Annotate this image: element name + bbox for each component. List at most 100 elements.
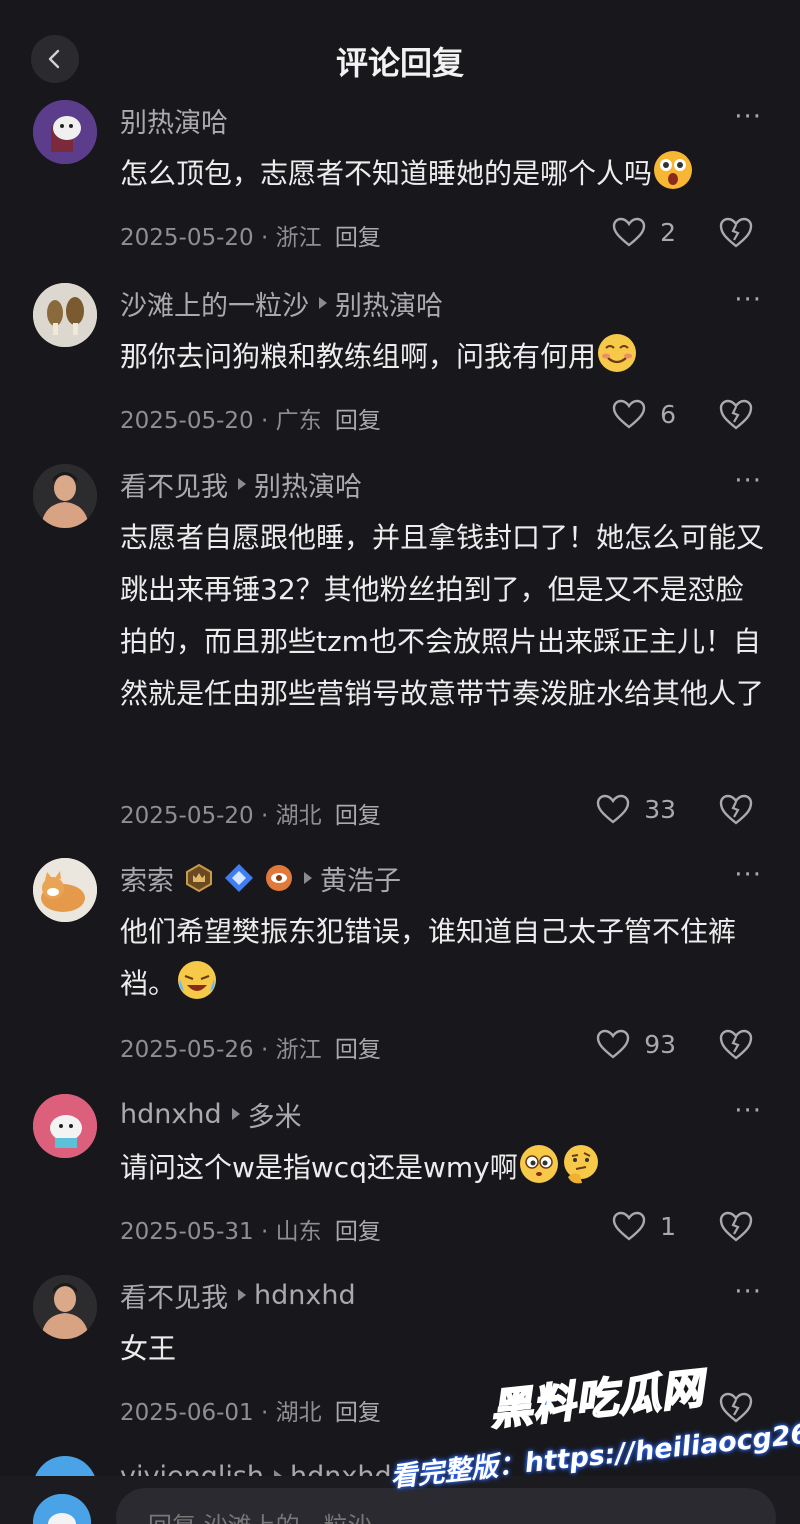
broken-heart-icon[interactable] (718, 214, 754, 250)
username[interactable]: hdnxhd (120, 1099, 222, 1130)
comment-date: 2025-05-20 (120, 225, 254, 251)
reply-button[interactable]: 回复 (335, 1037, 381, 1063)
more-icon[interactable]: ··· (734, 860, 762, 890)
avatar[interactable] (33, 858, 97, 922)
broken-heart-icon[interactable] (718, 791, 754, 827)
comment-item: 看不见我 别热演哈 ··· 志愿者自愿跟他睡，并且拿钱封口了！她怎么可能又跳出来… (0, 464, 800, 834)
avatar[interactable] (33, 283, 97, 347)
like-count: 2 (660, 217, 676, 247)
comment-header: 看不见我 别热演哈 (120, 464, 362, 504)
comment-meta: 2025-06-01 · 湖北 回复 (120, 1400, 381, 1426)
comment-date: 2025-05-20 (120, 803, 254, 829)
more-icon[interactable]: ··· (734, 1277, 762, 1307)
reply-button[interactable]: 回复 (335, 803, 381, 829)
heart-icon (596, 794, 630, 824)
reply-arrow-icon (231, 1108, 240, 1120)
like-button[interactable]: 1 (612, 1206, 676, 1246)
thinking-emoji-icon (563, 1145, 598, 1184)
comment-item: 别热演哈 ··· 怎么顶包，志愿者不知道睡她的是哪个人吗 2025-05-20 … (0, 100, 800, 270)
reply-button[interactable]: 回复 (335, 408, 381, 434)
username[interactable]: vivienglish (120, 1461, 264, 1477)
like-count: 1 (660, 1211, 676, 1241)
comment-location: 山东 (275, 1219, 322, 1245)
broken-heart-icon[interactable] (718, 1208, 754, 1244)
like-count: 93 (644, 1029, 676, 1059)
page-title: 评论回复 (335, 44, 464, 82)
comment-date: 2025-05-26 (120, 1037, 254, 1063)
username[interactable]: 看不见我 (120, 1276, 228, 1315)
comment-meta: 2025-05-20 · 浙江 回复 (120, 225, 381, 251)
confused-emoji-icon (519, 1145, 558, 1183)
username[interactable]: 索索 (120, 859, 174, 898)
reply-to-username[interactable]: hdnxhd (290, 1461, 392, 1477)
eye-badge-icon (266, 865, 292, 891)
comment-text: 那你去问狗粮和教练组啊，问我有何用 (120, 331, 770, 383)
comment-text: 怎么顶包，志愿者不知道睡她的是哪个人吗 (120, 148, 770, 200)
more-icon[interactable]: ··· (734, 1096, 762, 1126)
comment-location: 湖北 (275, 803, 322, 829)
like-button[interactable]: 6 (612, 394, 676, 434)
avatar[interactable] (33, 100, 97, 164)
avatar[interactable] (33, 464, 97, 528)
more-icon[interactable]: ··· (734, 102, 762, 132)
comment-location: 广东 (275, 408, 322, 434)
comment-header: 别热演哈 (120, 100, 228, 140)
like-button[interactable]: 93 (596, 1024, 676, 1064)
comment-item: hdnxhd 多米 ··· 请问这个w是指wcq还是wmy啊 2025-05-3… (0, 1094, 800, 1264)
reply-arrow-icon (238, 1289, 246, 1301)
avatar (33, 1494, 91, 1524)
comment-text: 请问这个w是指wcq还是wmy啊 (120, 1142, 770, 1194)
comment-header: 索索 黄浩子 (120, 858, 401, 898)
avatar[interactable] (33, 1456, 97, 1476)
crown-badge-icon (186, 863, 212, 893)
heart-icon (612, 217, 646, 247)
like-count: 6 (660, 399, 676, 429)
username[interactable]: 看不见我 (120, 465, 228, 504)
heart-icon (612, 1211, 646, 1241)
reply-arrow-icon (238, 478, 246, 490)
comment-header: vivienglish hdnxhd (120, 1456, 392, 1476)
comment-date: 2025-05-31 (120, 1219, 254, 1245)
avatar[interactable] (33, 1094, 97, 1158)
comment-header: 看不见我 hdnxhd (120, 1275, 356, 1315)
astonished-emoji-icon (654, 151, 693, 189)
reply-button[interactable]: 回复 (335, 225, 381, 251)
broken-heart-icon[interactable] (718, 396, 754, 432)
comment-header: hdnxhd 多米 (120, 1094, 302, 1134)
comment-item: 沙滩上的一粒沙 别热演哈 ··· 那你去问狗粮和教练组啊，问我有何用 2025-… (0, 283, 800, 453)
more-icon[interactable]: ··· (734, 285, 762, 315)
reply-to-username[interactable]: hdnxhd (254, 1280, 356, 1311)
comment-date: 2025-05-20 (120, 408, 254, 434)
reply-to-username[interactable]: 多米 (248, 1095, 302, 1134)
more-icon[interactable]: ··· (734, 466, 762, 496)
reply-to-username[interactable]: 别热演哈 (254, 465, 362, 504)
crying-laughing-emoji-icon (178, 961, 217, 999)
comment-text: 他们希望樊振东犯错误，谁知道自己太子管不住裤裆。 (120, 915, 737, 1000)
comment-date: 2025-06-01 (120, 1400, 254, 1426)
comment-text: 志愿者自愿跟他睡，并且拿钱封口了！她怎么可能又跳出来再锤32？其他粉丝拍到了，但… (120, 521, 765, 710)
reply-button[interactable]: 回复 (335, 1400, 381, 1426)
comment-meta: 2025-05-20 · 湖北 回复 (120, 803, 381, 829)
reply-button[interactable]: 回复 (335, 1219, 381, 1245)
comment-header: 沙滩上的一粒沙 别热演哈 (120, 283, 443, 323)
like-count: 33 (644, 794, 676, 824)
comment-location: 浙江 (275, 225, 322, 251)
username[interactable]: 别热演哈 (120, 101, 228, 140)
comment-meta: 2025-05-31 · 山东 回复 (120, 1219, 381, 1245)
smiling-emoji-icon (598, 334, 637, 372)
heart-icon (596, 1029, 630, 1059)
reply-to-username[interactable]: 别热演哈 (335, 284, 443, 323)
like-button[interactable]: 2 (612, 212, 676, 252)
username[interactable]: 沙滩上的一粒沙 (120, 284, 309, 323)
broken-heart-icon[interactable] (718, 1026, 754, 1062)
like-button[interactable]: 33 (596, 789, 676, 829)
avatar[interactable] (33, 1275, 97, 1339)
comment-location: 湖北 (275, 1400, 322, 1426)
reply-to-username[interactable]: 黄浩子 (320, 859, 401, 898)
comment-item: 索索 黄浩子 ··· 他们希望樊振东犯错误，谁知道自己太子管不住裤裆。 2025… (0, 858, 800, 1078)
comment-meta: 2025-05-20 · 广东 回复 (120, 408, 381, 434)
reply-arrow-icon (319, 297, 327, 309)
heart-icon (612, 399, 646, 429)
reply-arrow-icon (304, 872, 312, 884)
comment-location: 浙江 (275, 1037, 322, 1063)
